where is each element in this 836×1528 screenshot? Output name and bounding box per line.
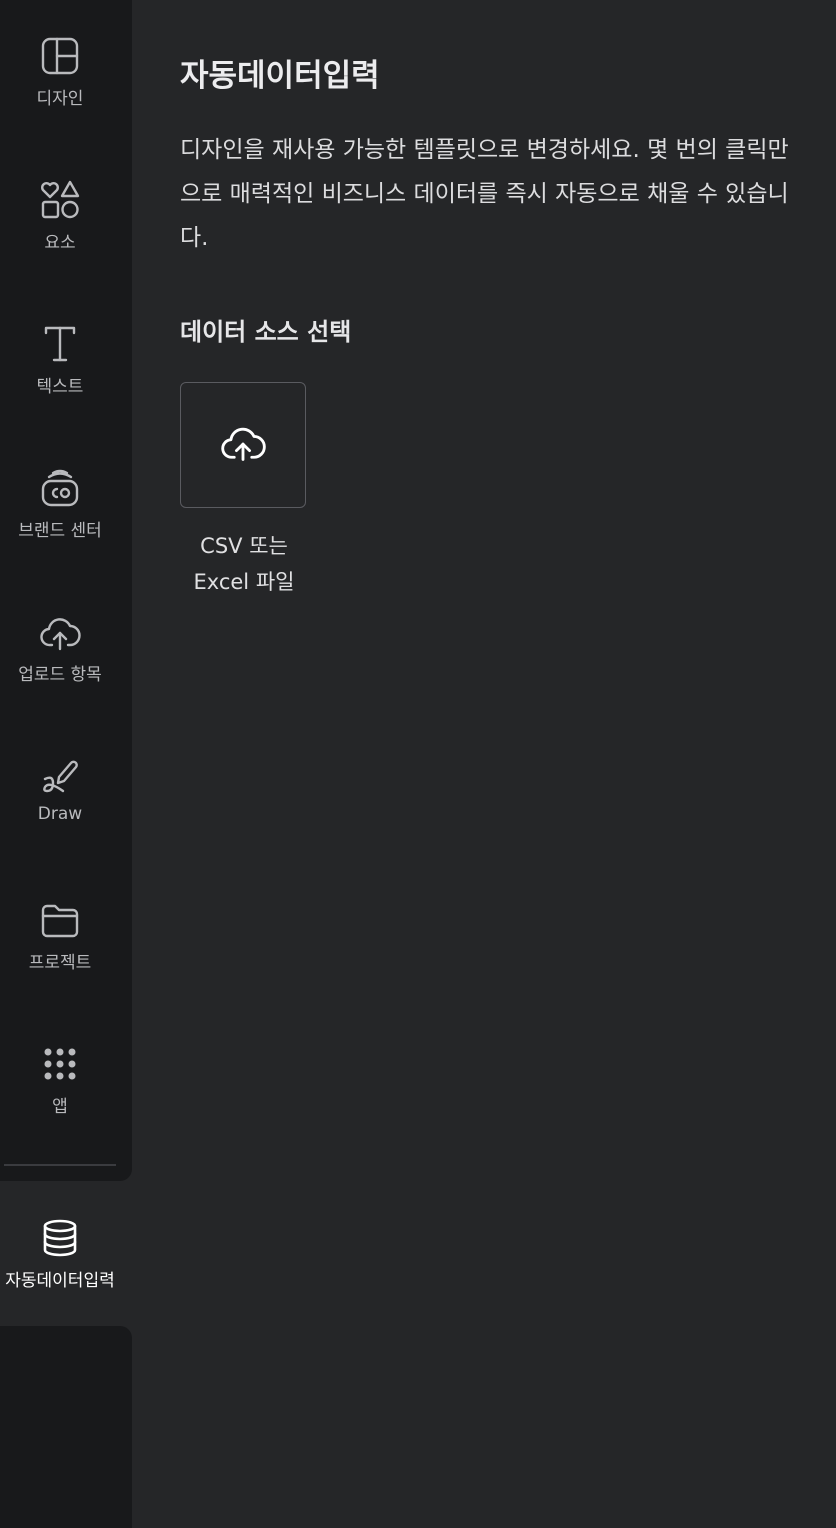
sidebar-rail-bottom [0, 1326, 132, 1528]
sidebar-item-design[interactable]: 디자인 [0, 24, 120, 144]
sidebar-item-label: 요소 [44, 233, 76, 253]
pen-icon [38, 754, 82, 798]
sidebar-item-label: 앱 [52, 1097, 68, 1117]
sidebar-item-elements[interactable]: 요소 [0, 168, 120, 288]
cloud-upload-icon [220, 420, 266, 470]
sidebar-item-label: 자동데이터입력 [5, 1271, 115, 1291]
sidebar-item-label: 디자인 [36, 89, 84, 109]
cloud-upload-icon [38, 610, 82, 654]
shapes-icon [38, 178, 82, 222]
sidebar-item-label: 프로젝트 [28, 953, 92, 973]
sidebar-item-brand[interactable]: 브랜드 센터 [0, 456, 120, 576]
sidebar-item-text[interactable]: 텍스트 [0, 312, 120, 432]
text-icon [38, 322, 82, 366]
sidebar-item-autofill[interactable]: 자동데이터입력 [0, 1206, 120, 1326]
brand-icon [38, 466, 82, 510]
database-icon [38, 1216, 82, 1260]
panel-description: 디자인을 재사용 가능한 템플릿으로 변경하세요. 몇 번의 클릭만으로 매력적… [180, 137, 789, 251]
grid-icon [38, 1042, 82, 1086]
sidebar-item-uploads[interactable]: 업로드 항목 [0, 600, 120, 720]
sidebar-item-label: Draw [37, 804, 83, 824]
section-title: 데이터 소스 선택 [180, 318, 352, 346]
sidebar-divider [4, 1164, 116, 1166]
sidebar-item-apps[interactable]: 앱 [0, 1032, 120, 1152]
sidebar-item-label: 업로드 항목 [18, 665, 102, 685]
sidebar-item-draw[interactable]: Draw [0, 744, 120, 864]
sidebar-item-label: 텍스트 [36, 377, 84, 397]
panel-title: 자동데이터입력 [180, 58, 380, 94]
sidebar-item-label: 브랜드 센터 [18, 521, 102, 541]
sidebar-item-projects[interactable]: 프로젝트 [0, 888, 120, 1008]
csv-excel-source-button[interactable] [180, 382, 306, 508]
source-label: CSV 또는 Excel 파일 [193, 534, 295, 594]
layout-icon [38, 34, 82, 78]
folder-icon [38, 898, 82, 942]
